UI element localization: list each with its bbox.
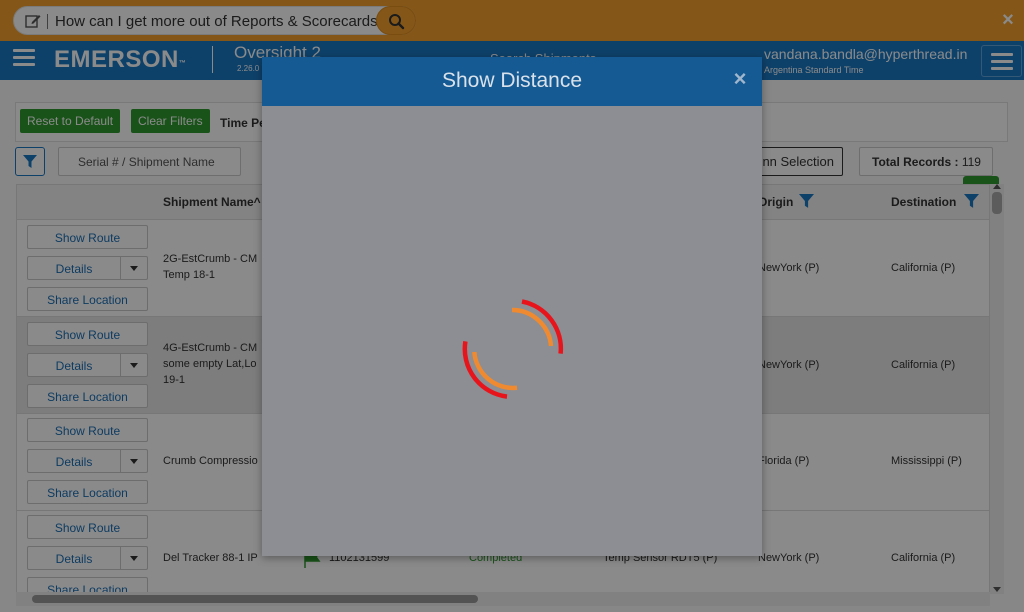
modal-title: Show Distance bbox=[441, 69, 583, 92]
loading-spinner-icon bbox=[462, 299, 564, 399]
show-distance-modal: Show Distance × bbox=[262, 57, 762, 556]
modal-header: Show Distance × bbox=[262, 57, 762, 106]
close-icon[interactable]: × bbox=[731, 68, 749, 90]
